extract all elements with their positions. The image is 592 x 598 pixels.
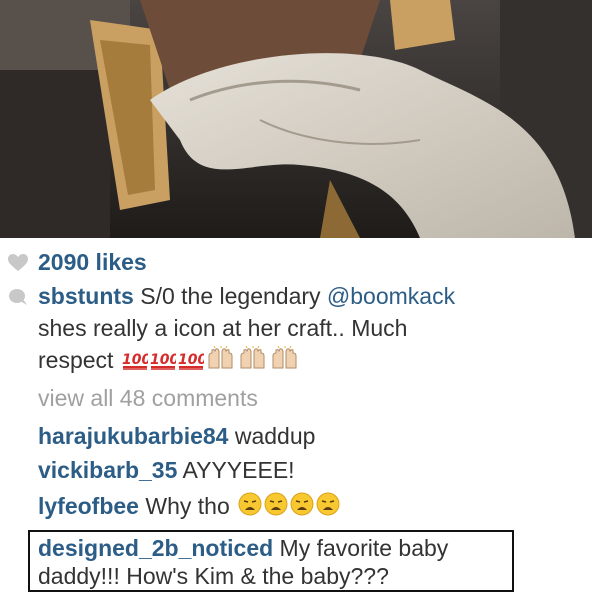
caption-text: S/0 the legendary <box>133 283 327 309</box>
comment-text: waddup <box>228 423 316 449</box>
raised-hands-emoji <box>206 345 236 378</box>
weary-face-emoji <box>238 492 262 524</box>
svg-text:100: 100 <box>122 352 148 368</box>
post-details: 2090 likes sbstunts S/0 the legendary @b… <box>0 238 592 598</box>
comment-username[interactable]: vickibarb_35 <box>38 457 177 483</box>
comment-text: Why tho <box>138 493 230 519</box>
comment-text-line-2: daddy!!! How's Kim & the baby??? <box>38 563 389 589</box>
weary-face-emoji <box>290 492 314 524</box>
caption-username[interactable]: sbstunts <box>38 283 134 309</box>
likes-count[interactable]: 2090 likes <box>38 246 586 278</box>
hundred-points-emoji: 100 <box>122 346 151 378</box>
comment-text: AYYYEEE! <box>177 457 295 483</box>
weary-face-emoji <box>264 492 288 524</box>
hundred-points-emoji: 100 <box>150 346 179 378</box>
caption-mention[interactable]: @boomkack <box>327 283 455 309</box>
photo-illustration <box>0 0 592 238</box>
highlighted-comment: designed_2b_noticed My favorite baby dad… <box>28 530 514 592</box>
caption-line-3: respect 100100100 <box>38 344 586 378</box>
comment-username[interactable]: designed_2b_noticed <box>38 535 273 561</box>
raised-hands-emoji <box>270 345 300 378</box>
comment-bubble-icon <box>8 288 28 306</box>
hundred-points-emoji: 100 <box>178 346 207 378</box>
post-photo[interactable] <box>0 0 592 238</box>
view-all-comments-link[interactable]: view all 48 comments <box>38 382 586 414</box>
caption-line-2: shes really a icon at her craft.. Much <box>38 315 408 341</box>
weary-face-emoji <box>316 492 340 524</box>
comment-username[interactable]: harajukubarbie84 <box>38 423 228 449</box>
raised-hands-emoji <box>238 345 268 378</box>
svg-text:100: 100 <box>178 352 204 368</box>
heart-icon <box>8 254 28 272</box>
comment-username[interactable]: lyfeofbee <box>38 493 139 519</box>
svg-text:100: 100 <box>150 352 176 368</box>
caption-line-3-text: respect <box>38 347 114 373</box>
comment-text: My favorite baby <box>273 535 449 561</box>
